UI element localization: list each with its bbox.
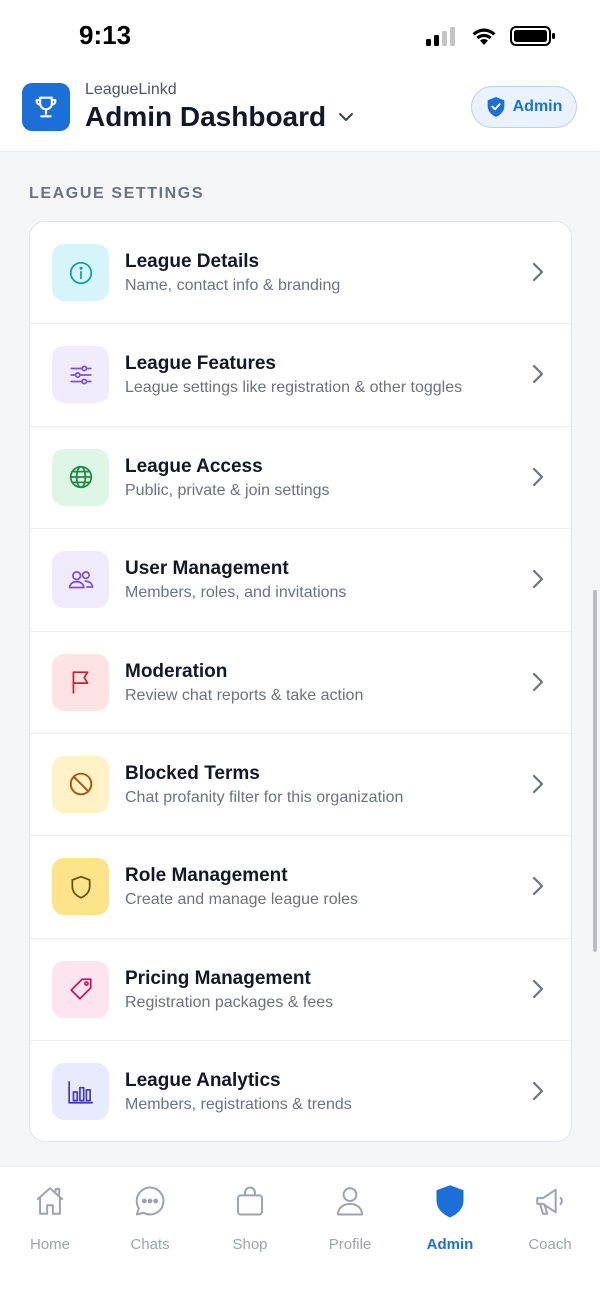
row-icon-tile (52, 960, 109, 1018)
tab-label: Shop (232, 1236, 268, 1253)
row-icon-tile (52, 244, 109, 301)
row-subtitle: Members, roles, and invitations (125, 584, 347, 602)
chevron-right-icon (532, 262, 544, 282)
row-subtitle: Review chat reports & take action (125, 686, 364, 704)
row-icon-tile (52, 755, 109, 813)
row-subtitle: League settings like registration & othe… (125, 379, 463, 397)
tab-label: Chats (130, 1236, 170, 1253)
wifi-icon (472, 28, 496, 45)
row-icon-tile (52, 1063, 109, 1121)
shopping-bag-icon (236, 1186, 264, 1216)
chevron-right-icon (532, 570, 544, 589)
app-header: LeagueLinkd Admin Dashboard Admin (0, 72, 600, 152)
info-icon (69, 261, 92, 284)
row-subtitle: Members, registrations & trends (125, 1096, 352, 1114)
row-icon-tile (52, 551, 109, 609)
users-icon (68, 570, 93, 589)
row-title: League Analytics (125, 1070, 281, 1092)
tab-label: Home (29, 1236, 70, 1253)
blocked-icon (69, 773, 92, 796)
status-time: 9:13 (79, 20, 132, 50)
app-name: LeagueLinkd (85, 81, 177, 98)
chevron-right-icon (532, 365, 544, 384)
chevron-right-icon (532, 979, 544, 998)
chat-icon (135, 1186, 165, 1216)
globe-icon (69, 466, 92, 489)
tag-icon (69, 978, 92, 1000)
row-icon-tile (52, 346, 109, 404)
settings-row-league-access[interactable]: League Access Public, private & join set… (30, 427, 571, 530)
row-title: League Features (125, 353, 276, 375)
admin-badge-label: Admin (512, 98, 563, 115)
row-subtitle: Public, private & join settings (125, 481, 330, 499)
settings-row-pricing-management[interactable]: Pricing Management Registration packages… (30, 939, 571, 1042)
settings-row-league-analytics[interactable]: League Analytics Members, registrations … (30, 1041, 571, 1141)
tab-chats[interactable]: Chats (100, 1183, 200, 1263)
row-title: User Management (125, 558, 289, 580)
bar-chart-icon (67, 1080, 93, 1104)
chevron-right-icon (532, 672, 544, 691)
settings-row-blocked-terms[interactable]: Blocked Terms Chat profanity filter for … (30, 734, 571, 837)
row-title: Blocked Terms (125, 762, 260, 784)
row-title: League Access (125, 455, 263, 477)
app-logo[interactable] (22, 83, 70, 131)
chevron-down-icon (339, 113, 354, 121)
tab-label: Coach (528, 1236, 572, 1253)
page-title: Admin Dashboard (85, 101, 327, 132)
megaphone-icon (536, 1188, 563, 1215)
admin-role-badge[interactable]: Admin (471, 86, 577, 128)
shield-icon (70, 875, 91, 899)
tab-profile[interactable]: Profile (300, 1183, 400, 1263)
battery-icon (510, 26, 555, 46)
row-subtitle: Create and manage league roles (125, 891, 359, 909)
shield-icon (436, 1185, 464, 1218)
shield-check-icon (487, 97, 504, 117)
row-title: League Details (125, 251, 260, 272)
row-subtitle: Name, contact info & branding (125, 277, 341, 294)
row-title: Moderation (125, 660, 228, 682)
row-icon-tile (52, 653, 109, 711)
scrollbar[interactable] (593, 590, 597, 952)
row-icon-tile (52, 858, 109, 916)
tab-shop[interactable]: Shop (200, 1183, 300, 1263)
settings-row-league-details[interactable]: League Details Name, contact info & bran… (30, 222, 571, 325)
status-bar: 9:13 (0, 0, 600, 72)
row-subtitle: Chat profanity filter for this organizat… (125, 788, 404, 806)
tab-label: Admin (426, 1236, 474, 1253)
flag-icon (72, 671, 88, 694)
chevron-right-icon (532, 467, 544, 486)
chevron-right-icon (532, 774, 544, 794)
row-icon-tile (52, 448, 109, 506)
section-title: LEAGUE SETTINGS (29, 185, 205, 202)
sliders-icon (69, 365, 92, 385)
row-title: Pricing Management (125, 967, 311, 989)
settings-row-league-features[interactable]: League Features League settings like reg… (30, 324, 571, 427)
tab-label: Profile (328, 1236, 372, 1253)
dashboard-switcher[interactable]: Admin Dashboard (85, 101, 354, 133)
tab-admin[interactable]: Admin (400, 1183, 500, 1263)
settings-row-user-management[interactable]: User Management Members, roles, and invi… (30, 529, 571, 632)
row-title: Role Management (125, 865, 288, 887)
cellular-signal-icon (426, 27, 455, 46)
tab-home[interactable]: Home (0, 1183, 100, 1263)
tab-coach[interactable]: Coach (500, 1183, 600, 1263)
chevron-right-icon (532, 1082, 544, 1101)
settings-row-moderation[interactable]: Moderation Review chat reports & take ac… (30, 632, 571, 734)
settings-row-role-management[interactable]: Role Management Create and manage league… (30, 836, 571, 939)
person-icon (336, 1187, 364, 1216)
league-settings-list: League Details Name, contact info & bran… (29, 221, 572, 1142)
chevron-right-icon (532, 877, 544, 896)
bottom-tab-bar: Home Chats Shop Profile Admin Coach (0, 1166, 600, 1298)
row-subtitle: Registration packages & fees (125, 993, 334, 1011)
status-icons (426, 24, 556, 48)
trophy-icon (35, 96, 57, 118)
home-icon (36, 1187, 64, 1215)
